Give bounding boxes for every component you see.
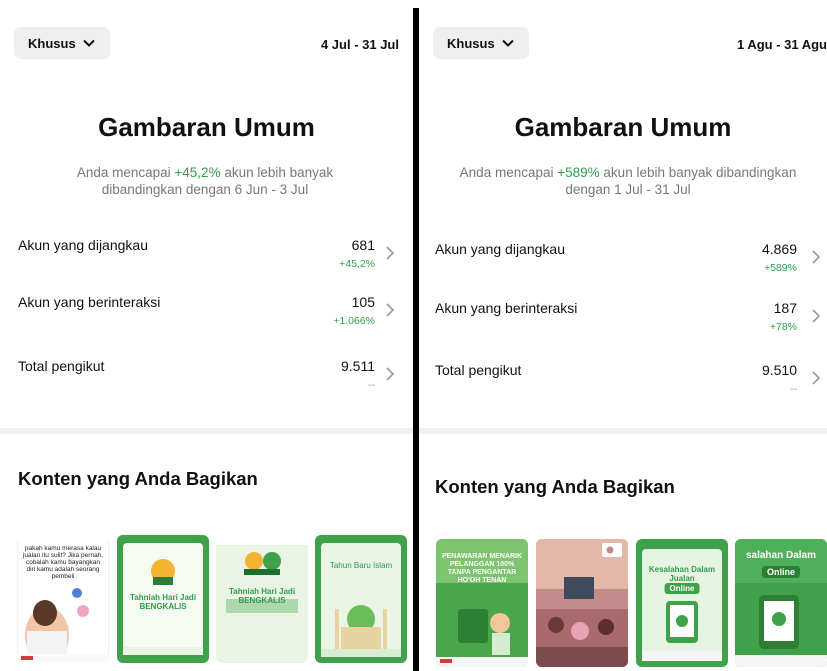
- content-thumbnails: pakah kamu merasa kalau jualan itu sulit…: [0, 535, 413, 665]
- chevron-right-icon: [812, 250, 821, 264]
- metric-change: +45,2%: [339, 258, 375, 270]
- metric-row-accounts-reached[interactable]: Akun yang dijangkau 681 +45,2%: [0, 237, 413, 287]
- date-range: 1 Agu - 31 Agu: [736, 37, 827, 52]
- filter-label: Khusus: [28, 35, 76, 51]
- chevron-down-icon: [82, 39, 95, 47]
- metric-value: 9.511: [341, 358, 375, 374]
- subtitle-percent: +45,2%: [174, 165, 221, 180]
- overview-title: Gambaran Umum: [98, 112, 315, 142]
- top-bar: Khusus 4 Jul - 31 Jul: [0, 0, 413, 72]
- metric-label: Total pengikut: [18, 358, 105, 374]
- post-image: [636, 539, 728, 667]
- content-thumbnails: PENAWARAN MENARIK PELANGGAN 100% TANPA P…: [419, 539, 827, 669]
- metric-row-accounts-reached[interactable]: Akun yang dijangkau 4.869 +589%: [419, 241, 827, 291]
- chevron-right-icon: [812, 309, 821, 323]
- metric-label: Total pengikut: [435, 362, 522, 378]
- post-caption: Tahun Baru Islam: [329, 561, 393, 570]
- metric-change: +589%: [764, 262, 797, 274]
- metric-value: 4.869: [761, 241, 797, 257]
- content-section-title: Konten yang Anda Bagikan: [18, 468, 258, 489]
- content-thumbnail[interactable]: Tahniah Hari Jadi BENGKALIS: [117, 535, 209, 663]
- post-image: [315, 535, 407, 663]
- metric-row-accounts-engaged[interactable]: Akun yang berinteraksi 105 +1.066%: [0, 294, 413, 344]
- content-section-title: Konten yang Anda Bagikan: [435, 476, 675, 497]
- subtitle-percent: +589%: [557, 165, 600, 180]
- subtitle-suffix: akun lebih banyak dibandingkan dengan 1 …: [565, 165, 797, 197]
- online-badge: Online: [664, 583, 700, 594]
- overview-title: Gambaran Umum: [514, 112, 732, 142]
- metric-value: 9.510: [761, 362, 797, 378]
- metric-value: 187: [773, 300, 797, 316]
- metric-row-accounts-engaged[interactable]: Akun yang berinteraksi 187 +78%: [419, 300, 827, 350]
- post-caption: Tahniah Hari Jadi BENGKALIS: [228, 587, 296, 605]
- chevron-right-icon: [386, 303, 395, 317]
- post-caption: PENAWARAN MENARIK PELANGGAN 100% TANPA P…: [441, 553, 523, 584]
- metric-change: +78%: [769, 321, 797, 333]
- online-badge: Online: [761, 566, 801, 578]
- post-image: [536, 539, 628, 667]
- metric-row-total-followers[interactable]: Total pengikut 9.511 --: [0, 358, 413, 408]
- metric-change: +1.066%: [333, 315, 375, 327]
- metric-row-total-followers[interactable]: Total pengikut 9.510 --: [419, 362, 827, 412]
- insights-panel-right: Khusus 1 Agu - 31 Agu Gambaran Umum Anda…: [419, 0, 827, 671]
- chevron-down-icon: [501, 39, 514, 47]
- metric-label: Akun yang berinteraksi: [18, 294, 161, 310]
- overview-subtitle: Anda mencapai +45,2% akun lebih banyak d…: [60, 164, 350, 198]
- metric-label: Akun yang dijangkau: [18, 237, 148, 253]
- content-thumbnail[interactable]: Tahniah Hari Jadi BENGKALIS: [216, 535, 308, 663]
- top-bar: Khusus 1 Agu - 31 Agu: [419, 0, 827, 72]
- content-thumbnail[interactable]: [536, 539, 628, 667]
- content-thumbnail[interactable]: PENAWARAN MENARIK PELANGGAN 100% TANPA P…: [436, 539, 528, 667]
- post-caption: Tahniah Hari Jadi BENGKALIS: [129, 593, 197, 611]
- metric-value: 681: [351, 237, 375, 253]
- chevron-right-icon: [386, 246, 395, 260]
- filter-label: Khusus: [447, 35, 495, 51]
- content-thumbnail[interactable]: Tahun Baru Islam: [315, 535, 407, 663]
- chevron-right-icon: [386, 367, 395, 381]
- content-thumbnail[interactable]: Kesalahan Dalam Jualan Online: [636, 539, 728, 667]
- post-caption: Kesalahan Dalam Jualan: [648, 565, 716, 583]
- period-filter-button[interactable]: Khusus: [433, 27, 529, 59]
- content-thumbnail[interactable]: salahan Dalam Online: [735, 539, 827, 667]
- post-caption: pakah kamu merasa kalau jualan itu sulit…: [22, 545, 104, 580]
- subtitle-prefix: Anda mencapai: [459, 165, 558, 180]
- post-caption: salahan Dalam: [745, 550, 817, 561]
- period-filter-button[interactable]: Khusus: [14, 27, 110, 59]
- metric-change: --: [790, 383, 797, 395]
- content-thumbnail[interactable]: pakah kamu merasa kalau jualan itu sulit…: [17, 535, 109, 663]
- chevron-right-icon: [812, 371, 821, 385]
- metric-value: 105: [351, 294, 375, 310]
- insights-panel-left: Khusus 4 Jul - 31 Jul Gambaran Umum Anda…: [0, 0, 413, 671]
- metric-label: Akun yang dijangkau: [435, 241, 565, 257]
- subtitle-prefix: Anda mencapai: [76, 165, 175, 180]
- overview-subtitle: Anda mencapai +589% akun lebih banyak di…: [443, 164, 813, 198]
- metric-change: --: [368, 379, 375, 391]
- metric-label: Akun yang berinteraksi: [435, 300, 578, 316]
- section-divider: [419, 428, 827, 434]
- date-range: 4 Jul - 31 Jul: [320, 37, 399, 52]
- section-divider: [0, 428, 413, 434]
